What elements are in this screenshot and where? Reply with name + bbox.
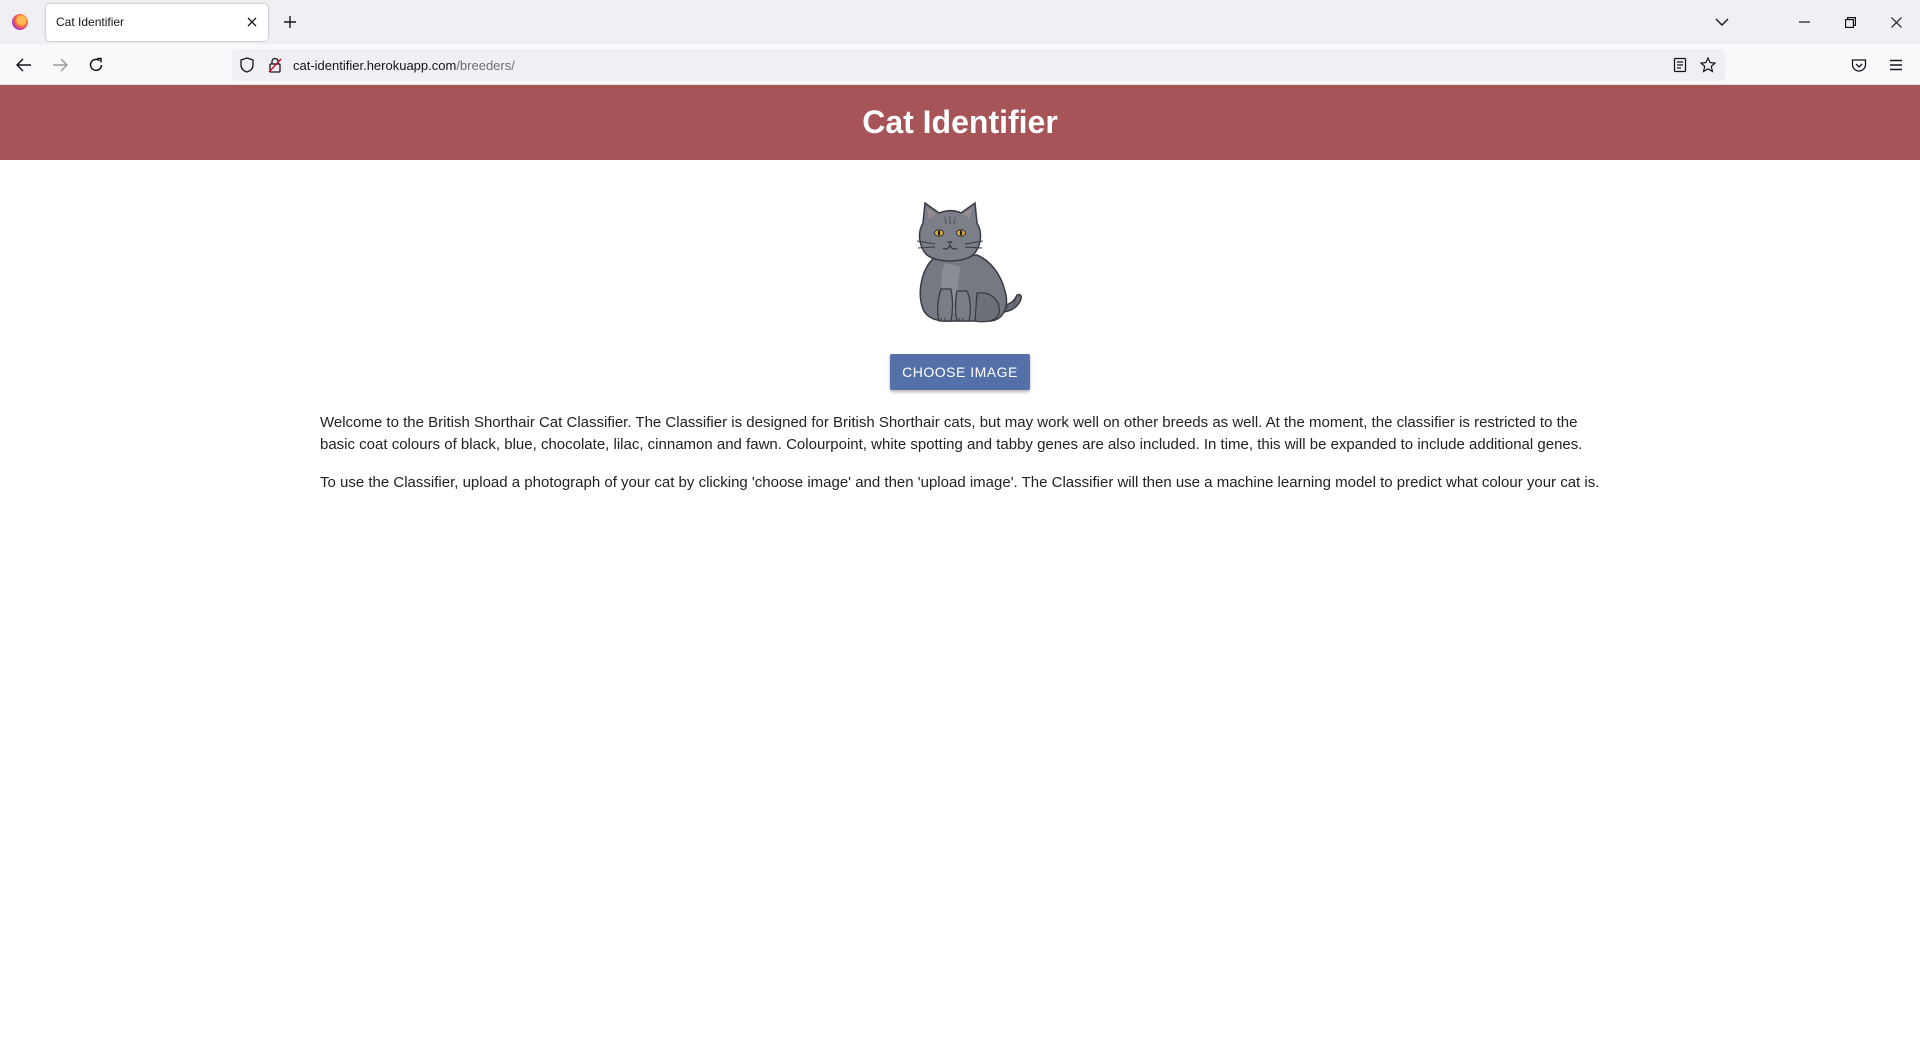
- plus-icon[interactable]: [280, 12, 300, 32]
- minimize-icon[interactable]: [1781, 0, 1827, 44]
- url-bar[interactable]: cat-identifier.herokuapp.com/breeders/: [232, 49, 1725, 81]
- reader-view-icon[interactable]: [1671, 56, 1689, 74]
- tab-title: Cat Identifier: [56, 15, 125, 29]
- forward-arrow-icon[interactable]: [47, 52, 73, 78]
- pocket-icon[interactable]: [1846, 52, 1872, 78]
- close-icon[interactable]: [242, 12, 262, 32]
- shield-icon[interactable]: [238, 56, 256, 74]
- back-arrow-icon[interactable]: [11, 52, 37, 78]
- choose-image-button[interactable]: CHOOSE IMAGE: [890, 354, 1030, 390]
- menu-icon[interactable]: [1883, 52, 1909, 78]
- chevron-down-icon[interactable]: [1712, 12, 1732, 32]
- url-text[interactable]: cat-identifier.herokuapp.com/breeders/: [293, 58, 515, 73]
- navigation-bar: cat-identifier.herokuapp.com/breeders/: [0, 44, 1920, 85]
- intro-text: Welcome to the British Shorthair Cat Cla…: [320, 412, 1600, 510]
- firefox-logo-icon[interactable]: [12, 14, 28, 30]
- url-path: /breeders/: [456, 58, 515, 73]
- restore-icon[interactable]: [1827, 0, 1873, 44]
- tab-bar: Cat Identifier: [0, 0, 1920, 44]
- url-domain: cat-identifier.herokuapp.com: [293, 58, 457, 73]
- lock-icon[interactable]: [266, 56, 284, 74]
- site-header: Cat Identifier: [0, 85, 1920, 160]
- tab-cat-identifier[interactable]: Cat Identifier: [46, 4, 268, 41]
- page-title: Cat Identifier: [862, 104, 1058, 140]
- close-window-icon[interactable]: [1873, 0, 1919, 44]
- intro-paragraph-1: Welcome to the British Shorthair Cat Cla…: [320, 414, 1583, 453]
- star-icon[interactable]: [1699, 56, 1717, 74]
- cat-illustration: [895, 197, 1035, 327]
- reload-icon[interactable]: [83, 52, 109, 78]
- intro-paragraph-2: To use the Classifier, upload a photogra…: [320, 474, 1600, 491]
